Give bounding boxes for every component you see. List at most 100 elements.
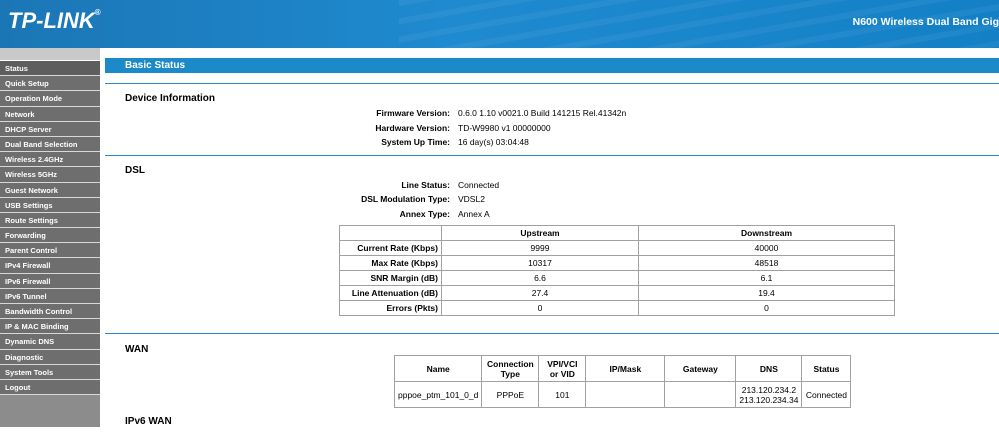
sidebar-item-dhcp-server[interactable]: DHCP Server: [0, 121, 100, 137]
table-header-cell: Name: [393, 355, 483, 382]
modulation-label: DSL Modulation Type:: [361, 194, 450, 204]
sidebar-item-guest-network[interactable]: Guest Network: [0, 182, 100, 198]
upstream-cell: 27.4: [441, 285, 639, 301]
sidebar-item-wireless-2-4ghz[interactable]: Wireless 2.4GHz: [0, 152, 100, 168]
sidebar-item-network[interactable]: Network: [0, 106, 100, 122]
table-row: Line Attenuation (dB) 27.4 19.4: [339, 285, 895, 301]
firmware-value: 0.6.0 1.10 v0021.0 Build 141215 Rel.4134…: [458, 108, 627, 118]
modulation-value: VDSL2: [458, 194, 485, 204]
sidebar-item-status[interactable]: Status: [0, 61, 100, 77]
table-row: Errors (Pkts) 0 0: [339, 300, 895, 316]
sidebar-item-usb-settings[interactable]: USB Settings: [0, 197, 100, 213]
table-header-cell: Upstream: [441, 225, 639, 241]
dsl-title: DSL: [125, 165, 145, 176]
sidebar-item-quick-setup[interactable]: Quick Setup: [0, 76, 100, 92]
upstream-cell: 9999: [441, 240, 639, 256]
sidebar-item-dynamic-dns[interactable]: Dynamic DNS: [0, 334, 100, 350]
sidebar-item-forwarding[interactable]: Forwarding: [0, 228, 100, 244]
modulation-row: DSL Modulation Type: VDSL2: [250, 194, 485, 204]
wan-dns-secondary: 213.120.234.34: [739, 394, 799, 405]
sidebar-menu: Status Quick Setup Operation Mode Network DH…: [0, 61, 100, 396]
downstream-cell: 40000: [638, 240, 895, 256]
table-header-cell: VPI/VCI or VID: [538, 355, 587, 382]
sidebar-item-ipv6-tunnel[interactable]: IPv6 Tunnel: [0, 288, 100, 304]
wan-section: WAN Name Connection Type VPI/VCI or VID …: [105, 334, 999, 414]
sidebar-top-spacer: [0, 48, 100, 61]
sidebar: Status Quick Setup Operation Mode Network DH…: [0, 48, 100, 427]
wan-vid-cell: 101: [538, 381, 587, 408]
row-label-cell: Current Rate (Kbps): [339, 240, 442, 256]
table-header-cell: Gateway: [664, 355, 737, 382]
table-row: SNR Margin (dB) 6.6 6.1: [339, 270, 895, 286]
hardware-value: TD-W9980 v1 00000000: [458, 123, 551, 133]
product-name: N600 Wireless Dual Band Gig: [852, 16, 999, 28]
sidebar-item-ipv4-firewall[interactable]: IPv4 Firewall: [0, 258, 100, 274]
uptime-row: System Up Time: 16 day(s) 03:04:48: [250, 137, 529, 147]
downstream-cell: 19.4: [638, 285, 895, 301]
annex-label: Annex Type:: [399, 209, 450, 219]
uptime-label: System Up Time:: [381, 137, 450, 147]
sidebar-item-route-settings[interactable]: Route Settings: [0, 212, 100, 229]
row-label-cell: Errors (Pkts): [339, 300, 442, 316]
ipv6-wan-title: IPv6 WAN: [125, 416, 172, 427]
annex-value: Annex A: [458, 209, 490, 219]
table-header-cell: IP/Mask: [585, 355, 666, 382]
wan-name-cell: pppoe_ptm_101_0_d: [393, 381, 483, 408]
downstream-cell: 48518: [638, 255, 895, 271]
dsl-rate-table: Upstream Downstream Current Rate (Kbps) 9…: [339, 225, 895, 316]
firmware-row: Firmware Version: 0.6.0 1.10 v0021.0 Buil…: [250, 108, 626, 118]
row-label-cell: Max Rate (Kbps): [339, 255, 442, 271]
line-status-row: Line Status: Connected: [250, 180, 499, 190]
table-header-cell: DNS: [735, 355, 803, 382]
upstream-cell: 6.6: [441, 270, 639, 286]
brand-registered-mark: ®: [94, 8, 101, 17]
sidebar-item-logout[interactable]: Logout: [0, 379, 100, 396]
brand-logo: TP-LINK®: [8, 8, 101, 34]
brand-text: TP-LINK: [8, 8, 95, 33]
page-title: Basic Status: [105, 58, 999, 73]
device-info-section: Device Information Firmware Version: 0.6.…: [105, 84, 999, 154]
device-info-title: Device Information: [125, 93, 216, 104]
header-banner: TP-LINK® N600 Wireless Dual Band Gig: [0, 0, 999, 48]
table-row: pppoe_ptm_101_0_d PPPoE 101 213.120.234.…: [393, 381, 852, 408]
sidebar-item-operation-mode[interactable]: Operation Mode: [0, 91, 100, 107]
dsl-section: DSL Line Status: Connected DSL Modulation…: [105, 156, 999, 332]
ipv6-wan-section: IPv6 WAN: [105, 414, 999, 434]
table-header-cell: Downstream: [638, 225, 895, 241]
sidebar-item-ip-mac-binding[interactable]: IP & MAC Binding: [0, 319, 100, 335]
table-header-cell: Connection Type: [481, 355, 540, 382]
uptime-value: 16 day(s) 03:04:48: [458, 137, 529, 147]
dsl-table-body: Current Rate (Kbps) 9999 40000 Max Rate (Kb…: [339, 240, 895, 316]
sidebar-item-dual-band-selection[interactable]: Dual Band Selection: [0, 136, 100, 153]
wan-table: Name Connection Type VPI/VCI or VID IP/M…: [393, 355, 852, 408]
hardware-label: Hardware Version:: [375, 123, 450, 133]
wan-status-cell: Connected: [801, 381, 852, 408]
sidebar-item-ipv6-firewall[interactable]: IPv6 Firewall: [0, 273, 100, 289]
wan-gateway-cell: [664, 381, 737, 408]
downstream-cell: 6.1: [638, 270, 895, 286]
table-header-row: Name Connection Type VPI/VCI or VID IP/M…: [393, 355, 852, 382]
hardware-row: Hardware Version: TD-W9980 v1 00000000: [250, 123, 551, 133]
table-header-cell: Status: [801, 355, 852, 382]
upstream-cell: 0: [441, 300, 639, 316]
wan-dns-primary: 213.120.234.2: [741, 384, 797, 395]
upstream-cell: 10317: [441, 255, 639, 271]
firmware-label: Firmware Version:: [376, 108, 450, 118]
sidebar-item-bandwidth-control[interactable]: Bandwidth Control: [0, 304, 100, 320]
row-label-cell: Line Attenuation (dB): [339, 285, 442, 301]
row-label-cell: SNR Margin (dB): [339, 270, 442, 286]
main-content: Basic Status Device Information Firmware…: [105, 58, 999, 434]
wan-type-cell: PPPoE: [481, 381, 540, 408]
wan-dns-cell: 213.120.234.2 213.120.234.34: [735, 381, 803, 408]
sidebar-item-system-tools[interactable]: System Tools: [0, 364, 100, 380]
sidebar-item-wireless-5ghz[interactable]: Wireless 5GHz: [0, 167, 100, 183]
sidebar-item-parent-control[interactable]: Parent Control: [0, 243, 100, 259]
sidebar-item-diagnostic[interactable]: Diagnostic: [0, 349, 100, 365]
downstream-cell: 0: [638, 300, 895, 316]
table-row: Current Rate (Kbps) 9999 40000: [339, 240, 895, 256]
wan-ip-cell: [585, 381, 666, 408]
wan-title: WAN: [125, 344, 149, 355]
table-header-row: Upstream Downstream: [339, 225, 895, 241]
line-status-value: Connected: [458, 180, 500, 190]
line-status-label: Line Status:: [401, 180, 450, 190]
